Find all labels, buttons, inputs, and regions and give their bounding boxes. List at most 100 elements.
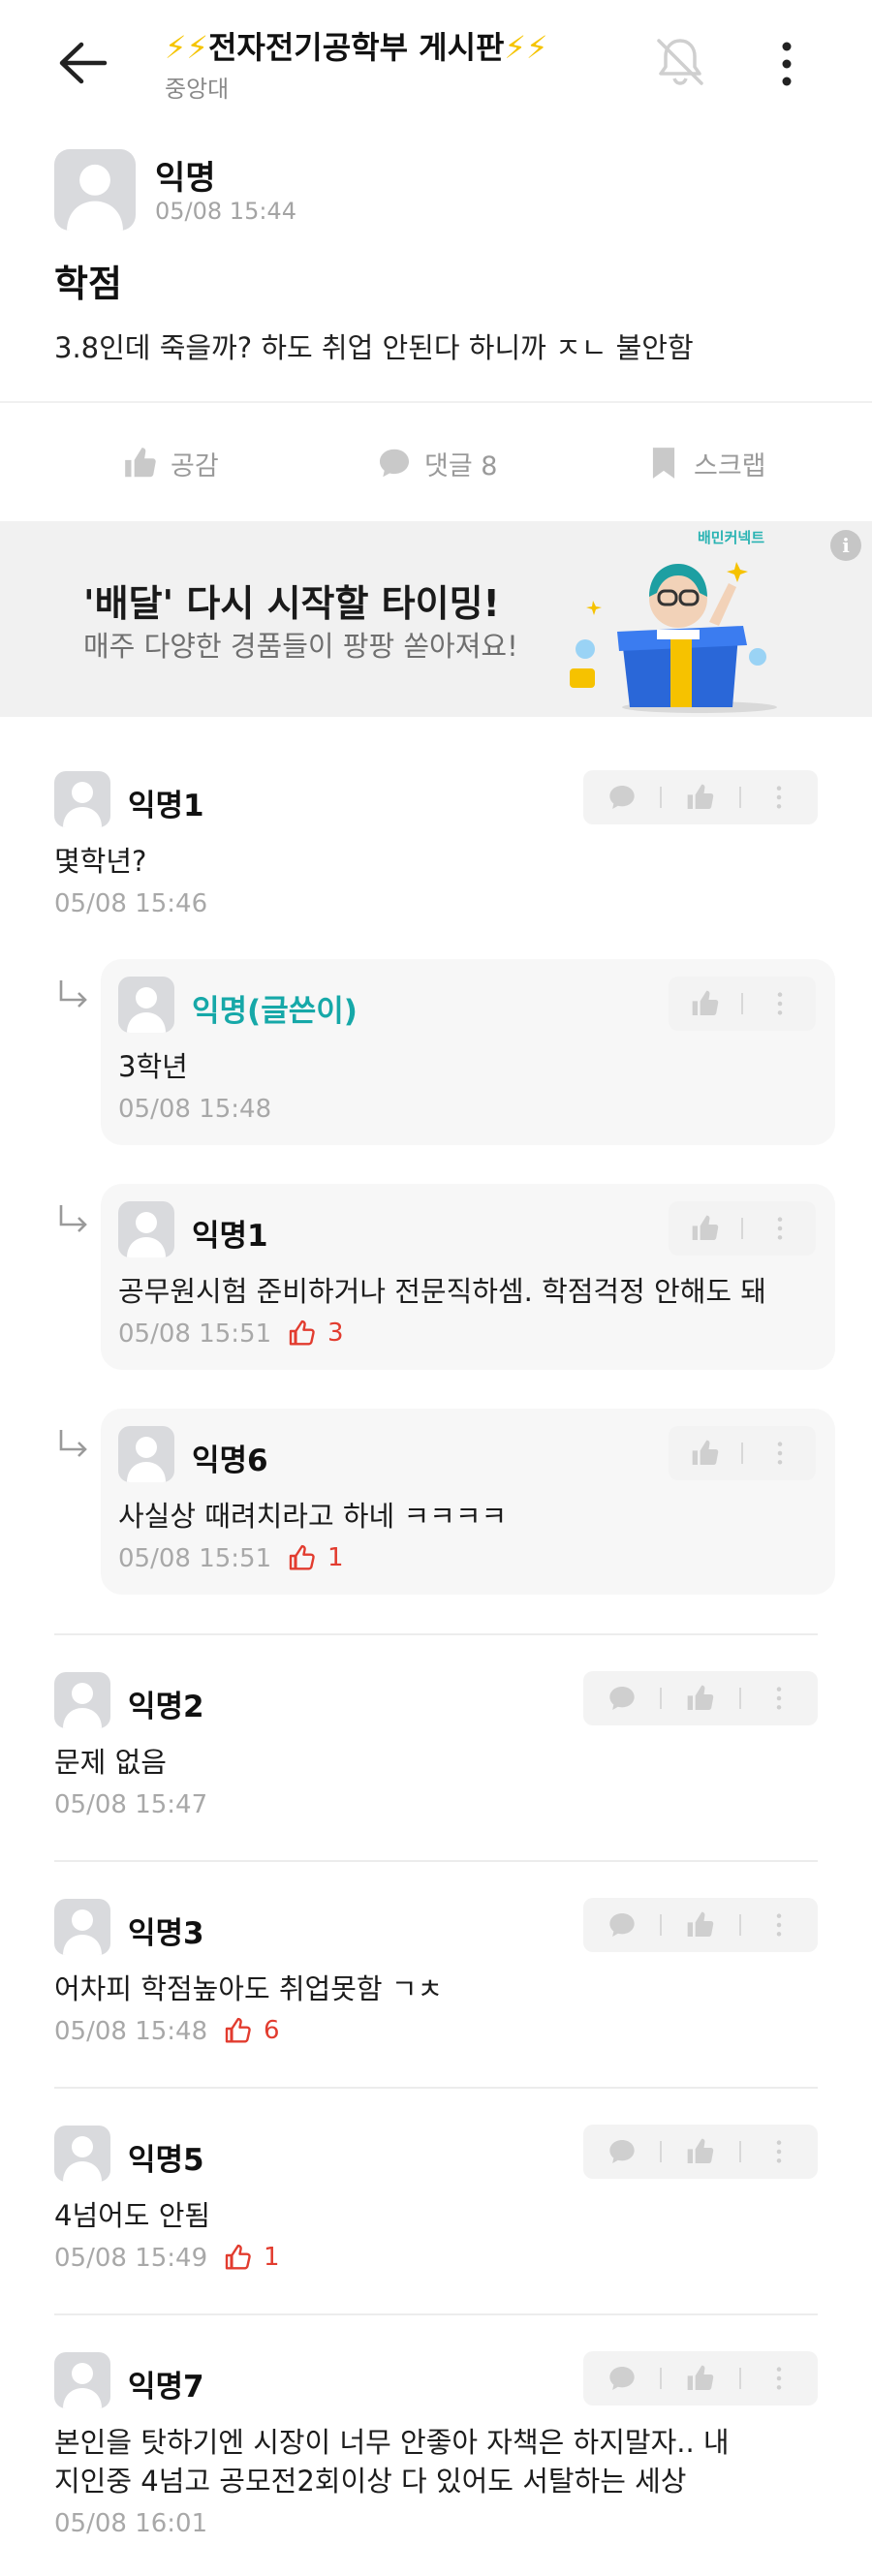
comment-time: 05/08 15:48 bbox=[118, 1095, 272, 1124]
comment-text: 3학년 bbox=[118, 1050, 188, 1083]
more-options-icon[interactable] bbox=[763, 1683, 794, 1714]
reply-bubble-icon[interactable] bbox=[607, 782, 638, 813]
avatar bbox=[54, 1899, 110, 1955]
comment-time: 05/08 15:46 bbox=[54, 889, 208, 918]
comment-bubble-icon bbox=[376, 445, 413, 481]
bell-off-icon[interactable] bbox=[651, 33, 709, 91]
avatar bbox=[118, 977, 174, 1033]
reply-bubble-icon[interactable] bbox=[607, 2363, 638, 2394]
info-icon[interactable]: i bbox=[830, 530, 861, 561]
author-avatar bbox=[54, 149, 136, 231]
thumb-up-icon[interactable] bbox=[685, 1683, 716, 1714]
divider bbox=[54, 2313, 818, 2315]
comment-time: 05/08 16:01 bbox=[54, 2509, 208, 2538]
comment-text: 사실상 때려치라고 하네 ㅋㅋㅋㅋ bbox=[118, 1500, 508, 1533]
comment-toolbar bbox=[583, 1671, 818, 1725]
reply-bubble-icon[interactable] bbox=[607, 2136, 638, 2167]
avatar bbox=[118, 1201, 174, 1257]
thumb-up-icon[interactable] bbox=[690, 1213, 721, 1244]
thumb-up-icon[interactable] bbox=[685, 782, 716, 813]
thumb-up-icon[interactable] bbox=[685, 2136, 716, 2167]
like-count: 3 bbox=[287, 1318, 344, 1349]
like-button[interactable]: 공감 bbox=[122, 436, 219, 490]
comment-toolbar bbox=[583, 1898, 818, 1952]
comment-author: 익명6 bbox=[192, 1443, 268, 1478]
comment-author: 익명2 bbox=[128, 1690, 204, 1724]
like-label: 공감 bbox=[171, 450, 219, 481]
comment-toolbar bbox=[669, 1426, 816, 1480]
comment-toolbar bbox=[583, 2125, 818, 2179]
more-options-icon[interactable] bbox=[763, 2136, 794, 2167]
comment-author: 익명7 bbox=[128, 2370, 204, 2405]
avatar bbox=[54, 771, 110, 827]
comment-time: 05/08 15:51 bbox=[118, 1319, 272, 1349]
comment-button[interactable]: 댓글 8 bbox=[376, 436, 497, 490]
ad-headline: '배달' 다시 시작할 타이밍! bbox=[83, 582, 500, 625]
comment-text: 문제 없음 bbox=[54, 1746, 167, 1779]
comment-text: 몇학년? bbox=[54, 845, 147, 878]
reply-arrow-icon bbox=[54, 1201, 93, 1240]
thumb-up-icon[interactable] bbox=[685, 2363, 716, 2394]
thumb-up-icon[interactable] bbox=[685, 1909, 716, 1940]
reply-arrow-icon bbox=[54, 977, 93, 1015]
thumb-up-icon[interactable] bbox=[690, 988, 721, 1019]
lightning-icon: ⚡⚡ bbox=[504, 29, 548, 66]
comment-time: 05/08 15:51 bbox=[118, 1544, 272, 1573]
more-options-icon[interactable] bbox=[764, 988, 795, 1019]
comment-count-label: 댓글 8 bbox=[424, 450, 498, 481]
comment-time: 05/08 15:49 bbox=[54, 2244, 208, 2273]
divider bbox=[54, 2087, 818, 2089]
comment-text: 공무원시험 준비하거나 전문직하셈. 학점걱정 안해도 돼 bbox=[118, 1275, 766, 1308]
app-header: ⚡⚡전자전기공학부 게시판⚡⚡ 중앙대 bbox=[0, 0, 872, 131]
comment-toolbar bbox=[669, 977, 816, 1031]
thumb-up-outline-icon bbox=[223, 2242, 254, 2273]
avatar bbox=[54, 2352, 110, 2408]
comment-toolbar bbox=[669, 1201, 816, 1256]
comment-toolbar bbox=[583, 2351, 818, 2405]
reply-arrow-icon bbox=[54, 1426, 93, 1465]
ad-illustration bbox=[570, 562, 777, 713]
like-count-value: 1 bbox=[327, 1543, 344, 1572]
comment-text: 어차피 학점높아도 취업못함 ㄱㅊ bbox=[54, 1972, 444, 2005]
more-options-icon[interactable] bbox=[763, 1909, 794, 1940]
comment-text-line1: 본인을 탓하기엔 시장이 너무 안좋아 자책은 하지말자.. 내 bbox=[54, 2426, 730, 2459]
post-author: 익명 bbox=[155, 159, 216, 198]
post-time: 05/08 15:44 bbox=[155, 198, 296, 225]
more-options-icon[interactable] bbox=[764, 1438, 795, 1469]
board-title-text: 전자전기공학부 게시판 bbox=[207, 29, 505, 66]
like-count: 6 bbox=[223, 2015, 280, 2046]
more-options-icon[interactable] bbox=[764, 1213, 795, 1244]
comment-author: 익명5 bbox=[128, 2143, 204, 2178]
comment-time: 05/08 15:47 bbox=[54, 1790, 208, 1819]
avatar bbox=[54, 1672, 110, 1728]
lightning-icon: ⚡⚡ bbox=[165, 29, 208, 66]
ad-subline: 매주 다양한 경품들이 팡팡 쏟아져요! bbox=[83, 630, 518, 663]
scrap-label: 스크랩 bbox=[694, 450, 766, 481]
more-options-icon[interactable] bbox=[763, 782, 794, 813]
like-count: 1 bbox=[287, 1542, 344, 1573]
thumb-up-outline-icon bbox=[287, 1318, 318, 1349]
comment-text-line2: 지인중 4넘고 공모전2회이상 다 있어도 서탈하는 세상 bbox=[54, 2465, 687, 2498]
divider bbox=[54, 1860, 818, 1862]
more-options-icon[interactable] bbox=[763, 2363, 794, 2394]
reply-bubble-icon[interactable] bbox=[607, 1683, 638, 1714]
scrap-button[interactable]: 스크랩 bbox=[645, 436, 766, 490]
reply-bubble-icon[interactable] bbox=[607, 1909, 638, 1940]
comment-author: 익명3 bbox=[128, 1916, 204, 1951]
more-menu-icon[interactable] bbox=[775, 37, 798, 91]
divider bbox=[54, 1633, 818, 1635]
comment-author: 익명1 bbox=[192, 1219, 268, 1254]
post-body: 3.8인데 죽을까? 하도 취업 안된다 하니까 ㅈㄴ 불안함 bbox=[54, 331, 694, 364]
like-count: 1 bbox=[223, 2242, 280, 2273]
divider bbox=[0, 401, 872, 403]
thumb-up-icon bbox=[122, 445, 159, 481]
avatar bbox=[54, 2126, 110, 2182]
thumb-up-icon[interactable] bbox=[690, 1438, 721, 1469]
post-title: 학점 bbox=[54, 263, 122, 305]
board-title: ⚡⚡전자전기공학부 게시판⚡⚡ bbox=[165, 23, 547, 68]
back-arrow-icon[interactable] bbox=[56, 39, 110, 87]
like-count-value: 6 bbox=[264, 2016, 280, 2045]
comment-time: 05/08 15:48 bbox=[54, 2017, 208, 2046]
like-count-value: 3 bbox=[327, 1319, 344, 1348]
avatar bbox=[118, 1426, 174, 1482]
